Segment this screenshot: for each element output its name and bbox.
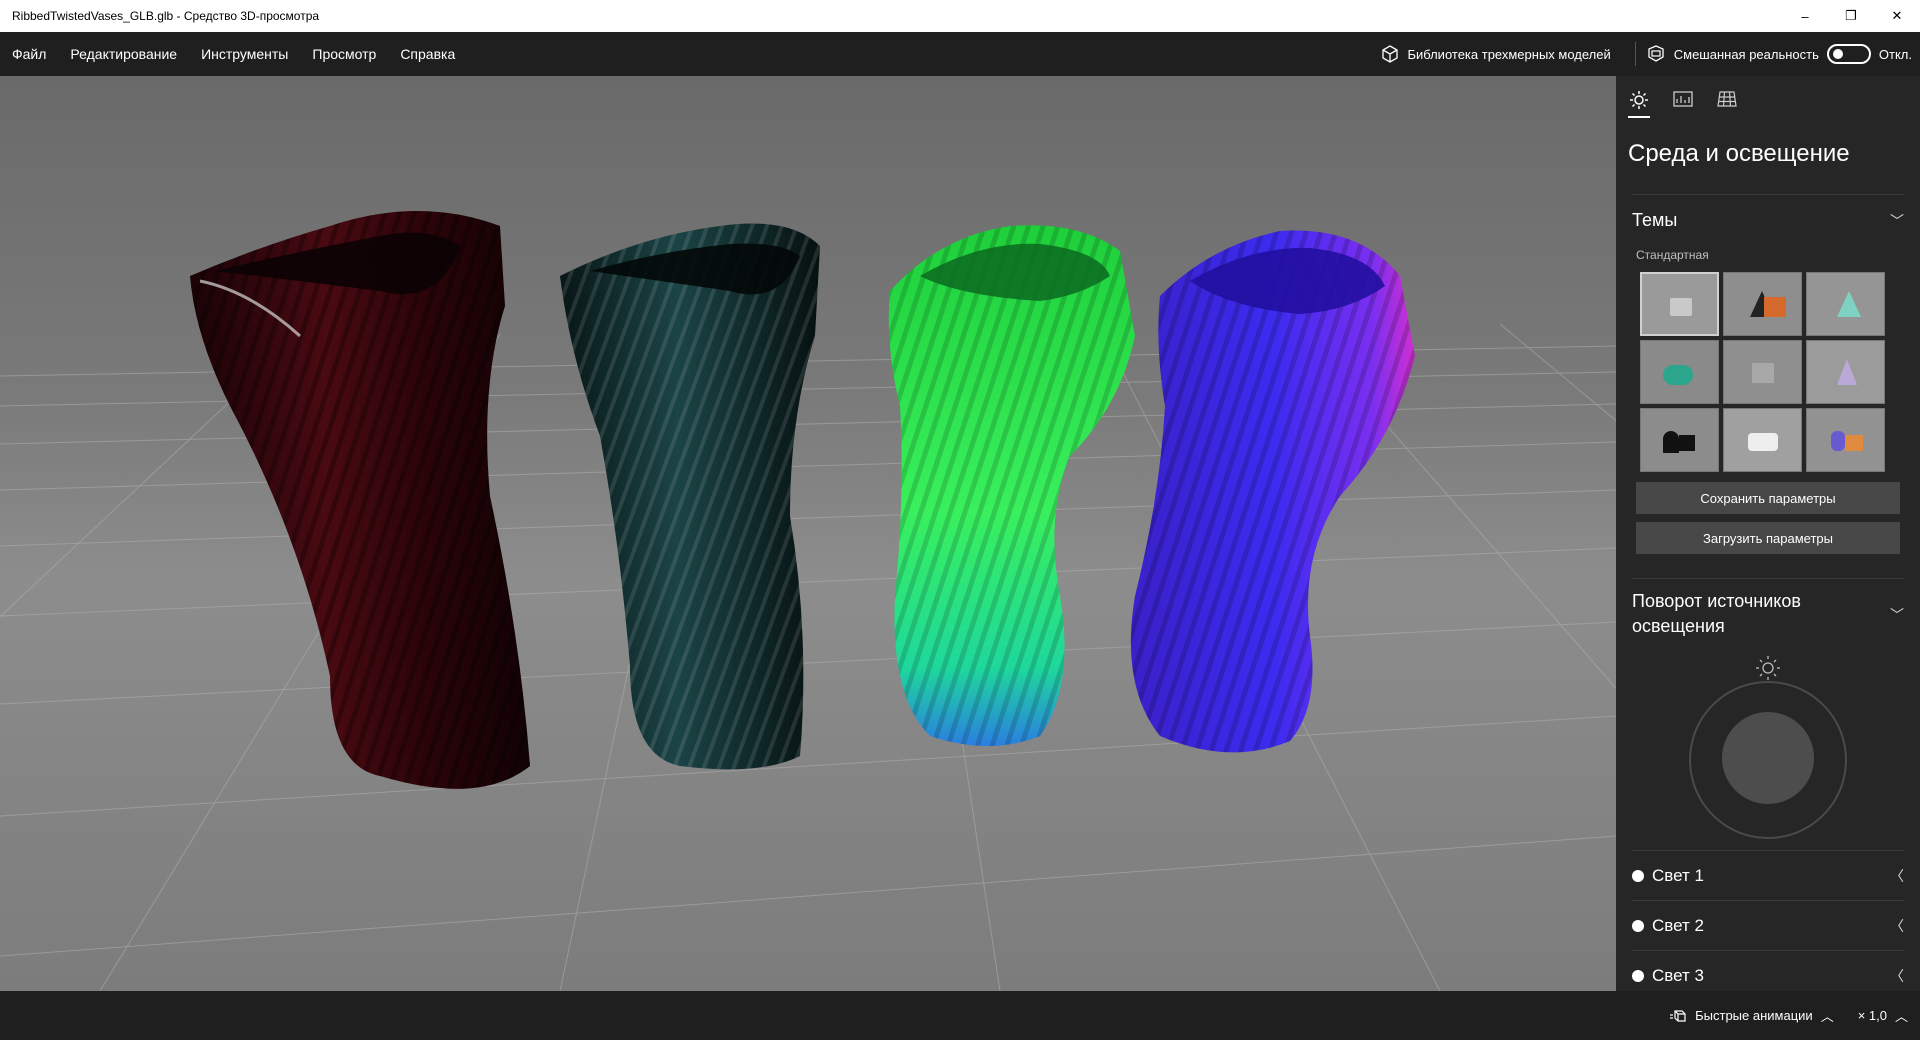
environment-panel: Среда и освещение Темы ﹀ Стандартная Сох… — [1616, 76, 1920, 991]
animations-control[interactable]: Быстрые анимации ︿ — [1657, 1006, 1846, 1025]
chevron-down-icon: ﹀ — [1890, 212, 1904, 229]
themes-label: Темы — [1632, 210, 1678, 230]
theme-shape — [1845, 435, 1863, 451]
sun-icon — [1630, 91, 1648, 109]
light-3-row[interactable]: Свет 3 〈 — [1632, 950, 1904, 991]
3d-viewport[interactable] — [0, 76, 1616, 991]
mixed-reality-label: Смешанная реальность — [1673, 46, 1819, 62]
scene — [0, 211, 1616, 991]
light-3-label: Свет 3 — [1652, 965, 1704, 985]
theme-shape — [1748, 433, 1778, 451]
panel-tabs — [1616, 76, 1920, 122]
animation-cube-icon — [1670, 1009, 1686, 1022]
library-button[interactable]: Библиотека трехмерных моделей — [1367, 45, 1624, 63]
light-1-indicator — [1632, 869, 1644, 882]
theme-thumbnail[interactable] — [1806, 408, 1885, 472]
theme-shape — [1764, 297, 1786, 317]
themes-section: Темы ﹀ Стандартная Сохранить параметры З… — [1616, 194, 1920, 991]
menu-edit[interactable]: Редактирование — [58, 46, 189, 62]
light-rotation-dial[interactable] — [1632, 650, 1904, 850]
mixed-reality-control[interactable]: Смешанная реальность Откл. — [1646, 44, 1920, 64]
status-bar: Быстрые анимации ︿ × 1,0 ︿ — [0, 991, 1920, 1040]
theme-shape — [1663, 431, 1679, 453]
theme-shape — [1679, 435, 1695, 451]
theme-thumbnail[interactable] — [1640, 408, 1719, 472]
tab-grid[interactable] — [1716, 90, 1738, 118]
theme-thumbnail[interactable] — [1640, 272, 1719, 336]
cube-icon — [1382, 45, 1399, 63]
title-bar: RibbedTwistedVases_GLB.glb - Средство 3D… — [0, 0, 1920, 32]
light-2-label: Свет 2 — [1652, 915, 1704, 935]
vase-red[interactable] — [190, 211, 530, 789]
themes-subheading: Стандартная — [1636, 248, 1709, 262]
restore-button[interactable]: ❐ — [1828, 0, 1874, 32]
grid-icon — [1717, 91, 1737, 107]
vase-green[interactable] — [888, 225, 1135, 747]
vase-blue[interactable] — [1130, 230, 1415, 753]
light-rotation-header[interactable]: Поворот источников освещения ﹀ — [1632, 578, 1904, 650]
sun-icon — [1756, 656, 1780, 680]
light-2-indicator — [1632, 919, 1644, 932]
light-2-row[interactable]: Свет 2 〈 — [1632, 900, 1904, 950]
save-settings-button[interactable]: Сохранить параметры — [1636, 482, 1900, 514]
menu-bar: Файл Редактирование Инструменты Просмотр… — [0, 32, 1920, 76]
window-title: RibbedTwistedVases_GLB.glb - Средство 3D… — [12, 9, 320, 23]
chevron-up-icon: ︿ — [1820, 1009, 1834, 1024]
light-1-label: Свет 1 — [1652, 865, 1704, 885]
theme-thumbnail[interactable] — [1723, 340, 1802, 404]
speed-label: × 1,0 — [1857, 1008, 1887, 1023]
menu-tools[interactable]: Инструменты — [189, 46, 300, 62]
chevron-left-icon: 〈 — [1890, 967, 1904, 984]
image-stats-icon — [1673, 91, 1693, 107]
close-button[interactable]: ✕ — [1874, 0, 1920, 32]
light-1-row[interactable]: Свет 1 〈 — [1632, 850, 1904, 900]
dial-graphic — [1689, 656, 1847, 839]
theme-thumbnail[interactable] — [1723, 272, 1802, 336]
tab-stats[interactable] — [1672, 90, 1694, 118]
theme-shape — [1752, 363, 1774, 383]
menu-help[interactable]: Справка — [388, 46, 467, 62]
theme-thumbnail[interactable] — [1806, 340, 1885, 404]
theme-shape — [1837, 359, 1857, 385]
load-settings-button[interactable]: Загрузить параметры — [1636, 522, 1900, 554]
tab-environment[interactable] — [1628, 90, 1650, 118]
divider — [1634, 42, 1636, 66]
panel-title: Среда и освещение — [1628, 140, 1850, 167]
light-3-indicator — [1632, 969, 1644, 982]
theme-grid — [1632, 272, 1904, 472]
chevron-left-icon: 〈 — [1890, 867, 1904, 884]
theme-thumbnail[interactable] — [1723, 408, 1802, 472]
theme-shape — [1837, 291, 1861, 317]
chevron-down-icon: ﹀ — [1890, 607, 1904, 623]
library-label: Библиотека трехмерных моделей — [1407, 46, 1611, 62]
chevron-up-icon: ︿ — [1894, 1009, 1908, 1024]
chevron-left-icon: 〈 — [1890, 917, 1904, 934]
animations-label: Быстрые анимации — [1695, 1008, 1813, 1023]
theme-shape — [1663, 365, 1693, 385]
menu-file[interactable]: Файл — [0, 46, 58, 62]
theme-thumbnail[interactable] — [1640, 340, 1719, 404]
mixed-reality-toggle[interactable] — [1826, 44, 1871, 64]
theme-thumbnail[interactable] — [1806, 272, 1885, 336]
light-rotation-label: Поворот источников освещения — [1632, 591, 1801, 636]
mixed-reality-state: Откл. — [1878, 46, 1912, 62]
vase-teal[interactable] — [560, 223, 820, 770]
toggle-knob — [1832, 49, 1843, 59]
speed-control[interactable]: × 1,0 ︿ — [1846, 1006, 1920, 1025]
mixed-reality-icon — [1648, 45, 1664, 62]
menu-view[interactable]: Просмотр — [300, 46, 388, 62]
minimize-button[interactable]: – — [1782, 0, 1828, 32]
theme-shape — [1670, 298, 1692, 316]
theme-shape — [1831, 431, 1845, 451]
themes-header[interactable]: Темы ﹀ — [1632, 194, 1904, 246]
